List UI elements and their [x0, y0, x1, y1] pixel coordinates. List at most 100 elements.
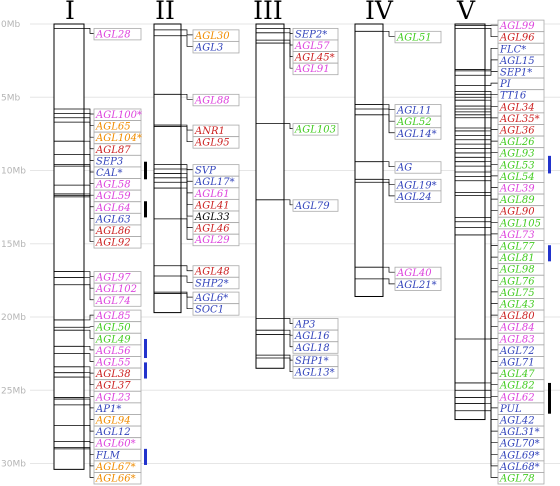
gene-label: AGL78: [499, 474, 535, 485]
gene-connector: [485, 47, 498, 70]
gene-connector: [84, 121, 94, 150]
gene-connector: [84, 184, 94, 208]
gene-connector: [284, 42, 293, 69]
gene-label: AGL82: [499, 381, 535, 392]
gene-label: AGL92: [95, 238, 131, 249]
gene-label: AGL6*: [194, 293, 228, 304]
gene-label: AGL72: [499, 346, 535, 357]
gene-connector: [84, 277, 94, 289]
gene-connector: [181, 293, 193, 310]
gene-label: SEP3: [96, 156, 123, 167]
gene-label: SHP2*: [195, 278, 229, 289]
gene-label: AGL11: [396, 106, 432, 117]
gene-label: AGL31*: [499, 427, 540, 438]
gene-label: AGL65: [95, 122, 131, 133]
gene-label: AGL49: [95, 334, 131, 345]
chromosome-body: [255, 23, 285, 369]
gene-label: AGL77: [499, 242, 535, 253]
gene-label: AGL102: [95, 284, 137, 295]
gene-label: AGL103: [294, 125, 336, 136]
gene-label: PI: [499, 79, 512, 90]
axis-tick-label: 15Mb: [1, 240, 26, 250]
gene-label: AGL94: [95, 416, 131, 427]
gene-label: AGL80: [499, 311, 535, 322]
gene-label: AGL30: [194, 31, 230, 42]
gene-label: AGL69*: [499, 450, 540, 461]
gene-label: SEP1*: [500, 68, 532, 79]
gene-label: AGL68*: [499, 462, 540, 473]
gene-label: AGL21*: [396, 280, 437, 291]
gene-label: AGL12: [95, 427, 131, 438]
gene-connector: [181, 275, 193, 283]
gene-connector: [485, 28, 498, 38]
gene-connector: [383, 114, 395, 134]
gene-connector: [485, 338, 498, 420]
gene-label: AGL99: [499, 21, 535, 32]
gene-label: AGL63: [95, 214, 131, 225]
chromosome-v: VAGL99AGL96FLC*AGL15SEP1*PITT16AGL34AGL3…: [454, 0, 551, 485]
gene-label: AGL37: [95, 381, 131, 392]
gene-label: AGL13*: [294, 368, 335, 379]
gene-label: TT16: [500, 91, 527, 102]
gene-label: FLM: [95, 450, 121, 461]
gene-connector: [485, 161, 498, 293]
gene-label: AGL98: [499, 265, 535, 276]
gene-label: AGL74: [95, 296, 131, 307]
gene-connector: [284, 39, 293, 57]
chromosome-label: V: [456, 0, 476, 25]
gene-label: AG: [396, 163, 412, 174]
gene-label: AGL97: [95, 273, 131, 284]
gene-connector: [485, 82, 498, 86]
gene-label: AGL91: [294, 64, 330, 75]
gene-label: ANR1: [194, 126, 225, 137]
gene-connector: [181, 29, 193, 36]
gene-label: AGL54: [499, 172, 535, 183]
gene-label: AGL75: [499, 288, 535, 299]
axis-tick-label: 5Mb: [1, 93, 20, 103]
gene-connector: [84, 441, 94, 455]
gene-label: AGL104*: [95, 133, 142, 144]
gene-connector: [284, 354, 293, 361]
cluster-bar: [144, 338, 147, 359]
gene-connector: [84, 372, 94, 386]
gene-label: AGL38: [95, 369, 131, 380]
gene-connector: [84, 140, 94, 161]
gene-label: AGL105: [499, 218, 541, 229]
gene-connector: [84, 404, 94, 432]
gene-connector: [284, 199, 293, 206]
gene-connector: [485, 389, 498, 444]
gene-label: AGL64: [95, 203, 131, 214]
gene-connector: [84, 425, 94, 444]
gene-label: AGL23: [95, 392, 131, 403]
gene-label: AGL34: [499, 102, 535, 113]
gene-connector: [181, 126, 193, 143]
gene-label: AGL45*: [294, 53, 335, 64]
chromosome-body: [354, 23, 384, 297]
gene-connector: [84, 353, 94, 362]
gene-label: AGL17*: [194, 177, 235, 188]
gene-connector: [84, 376, 94, 397]
gene-label: AGL53: [499, 160, 535, 171]
gene-label: AGL89: [499, 195, 535, 206]
gene-label: AGL71: [499, 358, 535, 369]
gene-connector: [84, 284, 94, 301]
cluster-bar: [548, 245, 551, 262]
gene-connector: [84, 164, 94, 184]
gene-connector: [84, 398, 94, 420]
gene-label: AGL84: [499, 323, 535, 334]
gene-label: SEP2*: [295, 29, 327, 40]
gene-label: AGL33: [194, 212, 230, 223]
gene-connector: [181, 35, 193, 47]
gene-label: AGL86: [95, 226, 131, 237]
gene-connector: [84, 28, 94, 34]
chromosome-ii: IIAGL30AGL3AGL88ANR1AGL95SVPAGL17*AGL61A…: [153, 0, 240, 316]
gene-label: AGL59: [95, 191, 131, 202]
gene-label: AGL18: [294, 343, 330, 354]
gene-label: AGL93: [499, 149, 535, 160]
gene-connector: [485, 105, 498, 142]
gene-connector: [485, 227, 498, 397]
chromosome-map: 0Mb 5Mb 10Mb 15Mb 20Mb 25Mb 30Mb I AGL28 AGL100*…: [1, 0, 560, 485]
gene-connector: [485, 139, 498, 235]
gene-connector: [485, 195, 498, 362]
gene-label: AGL39: [499, 184, 535, 195]
